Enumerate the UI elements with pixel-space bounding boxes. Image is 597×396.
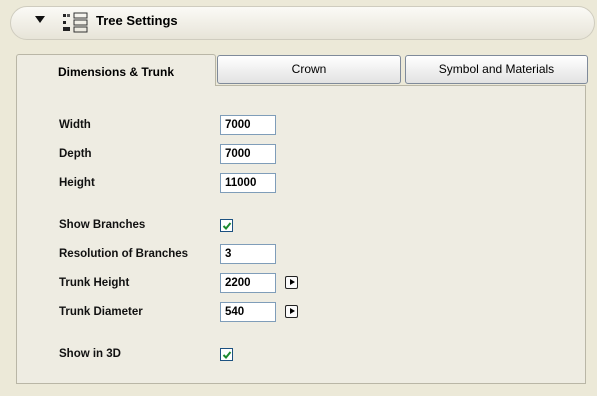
trunk-height-stepper[interactable] (285, 276, 298, 289)
checkmark-icon (222, 222, 232, 230)
trunk-height-field[interactable]: 2200 (220, 273, 276, 293)
resolution-of-branches-label: Resolution of Branches (59, 248, 189, 260)
arrow-right-icon (290, 279, 295, 285)
tab-crown[interactable]: Crown (217, 55, 401, 84)
arrow-right-icon (290, 308, 295, 314)
depth-field[interactable]: 7000 (220, 144, 276, 164)
tab-content: Width 7000 Depth 7000 Height 11000 Show … (16, 85, 586, 384)
trunk-diameter-stepper[interactable] (285, 305, 298, 318)
panel-title: Tree Settings (96, 13, 178, 28)
show-branches-checkbox[interactable] (220, 219, 233, 232)
show-branches-label: Show Branches (59, 219, 146, 231)
checkmark-icon (222, 351, 232, 359)
trunk-height-label: Trunk Height (59, 277, 130, 289)
width-label: Width (59, 119, 91, 131)
resolution-of-branches-field[interactable]: 3 (220, 244, 276, 264)
trunk-diameter-field[interactable]: 540 (220, 302, 276, 322)
height-field[interactable]: 11000 (220, 173, 276, 193)
trunk-diameter-label: Trunk Diameter (59, 306, 143, 318)
tab-dimensions-trunk[interactable]: Dimensions & Trunk (16, 54, 216, 86)
tree-settings-panel: Tree Settings Dimensions & Trunk Crown S… (0, 0, 597, 396)
show-in-3d-label: Show in 3D (59, 348, 121, 360)
settings-list-icon (63, 12, 88, 33)
width-field[interactable]: 7000 (220, 115, 276, 135)
show-in-3d-checkbox[interactable] (220, 348, 233, 361)
tab-area: Dimensions & Trunk Crown Symbol and Mate… (8, 40, 588, 390)
depth-label: Depth (59, 148, 92, 160)
collapse-triangle-icon[interactable] (35, 16, 45, 23)
height-label: Height (59, 177, 95, 189)
tab-symbol-and-materials[interactable]: Symbol and Materials (405, 55, 588, 84)
